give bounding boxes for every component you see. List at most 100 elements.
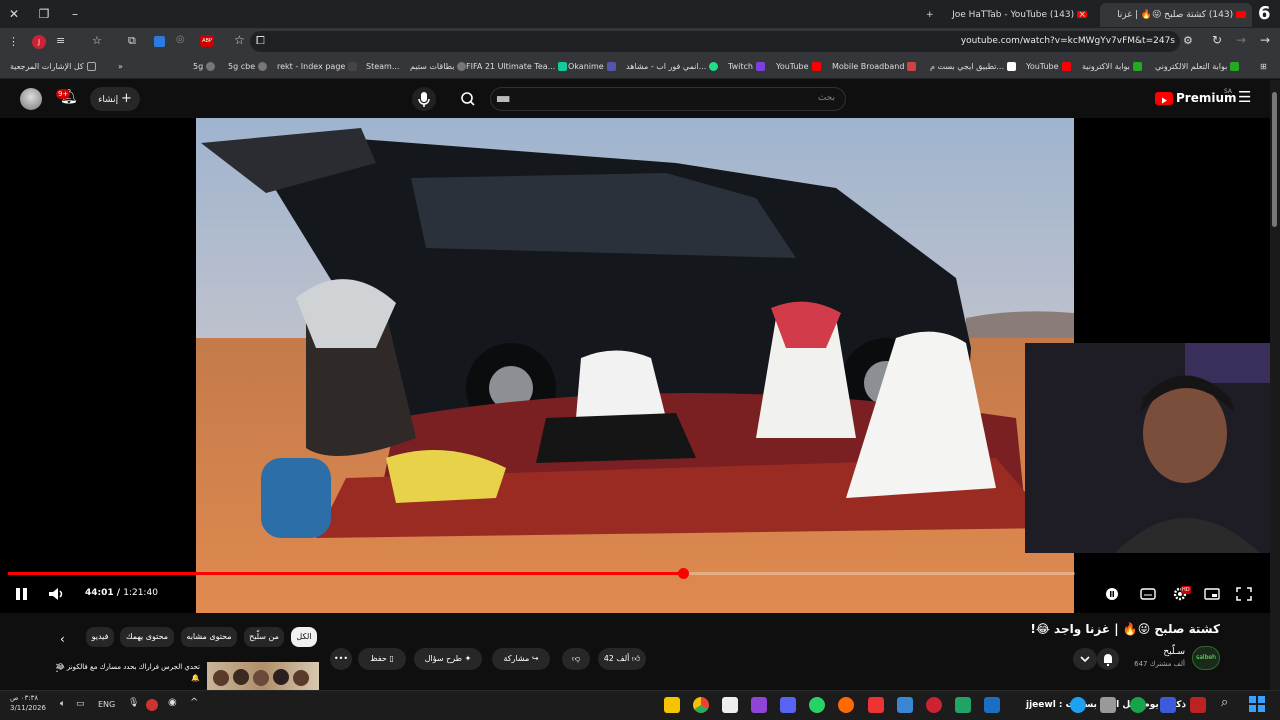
back-icon[interactable]: → (1260, 33, 1270, 47)
speaker-icon[interactable]: 🔈︎ (60, 699, 65, 709)
mail-icon[interactable] (897, 697, 913, 713)
profile-icon[interactable]: J (32, 35, 46, 49)
chip-videos[interactable]: فيديو (86, 627, 114, 647)
voice-search-icon[interactable] (412, 87, 436, 111)
taskbar-search-icon[interactable]: ⌕ (1221, 695, 1228, 710)
search-input[interactable] (490, 87, 846, 111)
taskbar-clock[interactable]: ٠٣:٣٨ ص 3/11/2026 (10, 693, 46, 713)
favorites-icon[interactable]: ☆ (92, 34, 102, 47)
bookmarks-overflow-icon[interactable]: » (118, 60, 123, 74)
bookmark-item[interactable]: تطبيق ايجي بست م... (930, 60, 1019, 74)
chip-from-channel[interactable]: من سلّبح (244, 627, 284, 647)
channel-avatar[interactable]: salbeh (1192, 646, 1220, 670)
grid-apps-icon[interactable]: ⊞ (1260, 60, 1267, 74)
chrome-icon[interactable] (693, 697, 709, 713)
forward-icon[interactable]: → (1236, 33, 1246, 47)
bookmark-item[interactable]: Steam... (366, 60, 399, 74)
obs-icon[interactable] (751, 697, 767, 713)
more-actions-button[interactable]: ••• (330, 648, 352, 670)
autoplay-toggle-icon[interactable] (1102, 585, 1122, 603)
app-icon[interactable] (1130, 697, 1146, 713)
recommended-menu-icon[interactable]: ⋮ (52, 663, 62, 674)
bookmark-item[interactable]: Okanime (568, 60, 619, 74)
capcut-icon[interactable] (722, 697, 738, 713)
minimize-window-icon[interactable]: – (66, 5, 84, 23)
bookmark-item[interactable]: بطاقات ستيم (410, 60, 469, 74)
menu-icon[interactable]: ⋮ (8, 35, 19, 48)
subtitles-icon[interactable] (1138, 585, 1158, 603)
recommended-thumbnail[interactable] (207, 662, 319, 690)
bookmark-item[interactable]: انمي فور اب - مشاهد... (626, 60, 721, 74)
discord-icon[interactable] (780, 697, 796, 713)
progress-scrubber[interactable] (678, 568, 689, 579)
app-icon[interactable] (868, 697, 884, 713)
file-explorer-icon[interactable] (664, 697, 680, 713)
bookmark-item[interactable]: Mobile Broadband (832, 60, 919, 74)
bookmark-item[interactable]: FIFA 21 Ultimate Tea... (466, 60, 570, 74)
youtube-logo-icon[interactable] (1155, 92, 1173, 105)
app-icon[interactable] (1190, 697, 1206, 713)
chip-all[interactable]: الكل (291, 627, 317, 647)
all-bookmarks[interactable]: كل الإشارات المرجعية (10, 60, 99, 74)
share-button[interactable]: مشاركة ↪ (492, 648, 550, 670)
edge-icon[interactable] (1070, 697, 1086, 713)
puzzle-icon[interactable]: ⧉ (128, 34, 136, 48)
chip-related[interactable]: محتوى مشابه (181, 627, 237, 647)
screen-capture-icon[interactable]: ⧠ (256, 34, 265, 48)
fullscreen-icon[interactable] (1234, 585, 1254, 603)
tab-joe-hattab[interactable]: (143) Joe HaTTab - YouTube (945, 3, 1093, 27)
save-button[interactable]: حفظ ▯ (358, 648, 406, 670)
chip-for-you[interactable]: محتوى يهمك (120, 627, 174, 647)
store-icon[interactable] (1100, 697, 1116, 713)
restore-window-icon[interactable]: ❐ (35, 5, 53, 23)
adblock-icon[interactable]: ABP (200, 35, 214, 47)
url-text[interactable]: youtube.com/watch?v=kcMWgYv7vFM&t=247s (961, 36, 1175, 46)
bookmark-item[interactable]: بوابة الاكترونية (1082, 60, 1145, 74)
bookmark-item[interactable]: بوابة التعلم الالكتروني (1155, 60, 1242, 74)
miniplayer-icon[interactable] (1202, 585, 1222, 603)
language-indicator[interactable]: ENG (98, 700, 115, 709)
tray-overflow-icon[interactable]: ^ (190, 697, 198, 708)
volume-icon[interactable] (47, 585, 67, 603)
close-tab-icon[interactable]: × (1078, 3, 1092, 27)
reload-icon[interactable]: ↻ (1212, 33, 1222, 47)
firefox-icon[interactable] (838, 697, 854, 713)
extension-icon[interactable]: ◎ (176, 34, 185, 45)
word-icon[interactable] (984, 697, 1000, 713)
new-tab-button[interactable]: + (920, 3, 940, 27)
bookmark-item[interactable]: YouTube (1026, 60, 1074, 74)
site-settings-icon[interactable]: ⚙ (1183, 34, 1193, 47)
tray-app-icon[interactable] (146, 699, 158, 711)
pause-icon[interactable] (12, 585, 32, 603)
bookmark-item[interactable]: rekt - Index page (277, 60, 360, 74)
bookmark-item[interactable]: YouTube (776, 60, 824, 74)
like-button[interactable]: 42 ألف 👍︎ (598, 648, 646, 670)
search-button[interactable] (452, 87, 484, 111)
tray-app-icon[interactable]: ◉ (168, 697, 177, 708)
bookmark-item[interactable]: 5g (193, 60, 218, 74)
close-window-icon[interactable]: ✕ (5, 5, 23, 23)
bookmark-star-icon[interactable]: ☆ (234, 33, 245, 47)
excel-icon[interactable] (955, 697, 971, 713)
bookmark-item[interactable]: Twitch (728, 60, 768, 74)
subscribe-bell-button[interactable] (1097, 648, 1119, 670)
scrollbar-thumb[interactable] (1272, 92, 1277, 227)
app-icon[interactable] (926, 697, 942, 713)
dislike-button[interactable]: 👎︎ (562, 648, 590, 670)
tab-active[interactable]: (143) كشتة صلبح 😜🔥 | غزنا (1100, 3, 1252, 27)
network-icon[interactable]: ▭ (76, 699, 85, 709)
app-icon[interactable] (1160, 697, 1176, 713)
extension-icon[interactable] (154, 36, 165, 47)
bookmark-item[interactable]: 5g cbe (228, 60, 270, 74)
chips-scroll-left-icon[interactable]: ‹ (60, 632, 65, 646)
create-button[interactable]: إنشاء + (90, 87, 140, 111)
channel-name[interactable]: سـلّبح (1163, 647, 1185, 657)
microphone-icon[interactable]: 🎙︎ (128, 698, 139, 708)
ask-button[interactable]: طرح سؤال ✦ (414, 648, 482, 670)
extensions-list-icon[interactable]: ≡ (56, 34, 65, 47)
avatar[interactable] (20, 88, 42, 110)
whatsapp-icon[interactable] (809, 697, 825, 713)
video-frame[interactable] (196, 118, 1074, 613)
subscription-dropdown[interactable] (1073, 648, 1097, 670)
windows-start-icon[interactable] (1249, 696, 1265, 712)
